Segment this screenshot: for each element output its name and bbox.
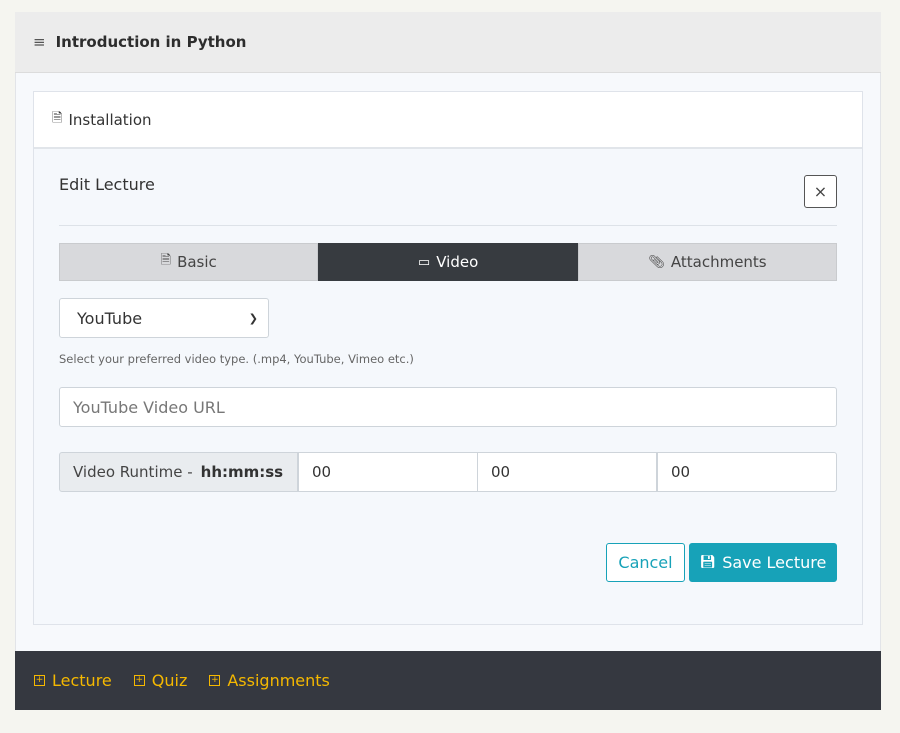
add-lecture-link[interactable]: + Lecture bbox=[34, 671, 112, 690]
lecture-title: Installation bbox=[68, 110, 152, 129]
tab-label: Basic bbox=[177, 253, 217, 271]
document-icon: 🗎 bbox=[160, 253, 172, 268]
video-url-input[interactable] bbox=[59, 387, 837, 427]
link-label: Quiz bbox=[151, 671, 188, 690]
paperclip-icon: 📎︎ bbox=[648, 254, 665, 270]
lecture-header[interactable]: 🗎 Installation bbox=[34, 92, 862, 149]
add-quiz-link[interactable]: + Quiz bbox=[133, 671, 188, 690]
video-type-select[interactable]: YouTube ❯ bbox=[59, 298, 269, 338]
link-label: Lecture bbox=[52, 671, 112, 690]
edit-lecture-title: Edit Lecture bbox=[59, 175, 155, 194]
video-type-value: YouTube bbox=[77, 308, 143, 328]
save-label: Save Lecture bbox=[722, 553, 827, 572]
section-footer: + Lecture + Quiz + Assignments bbox=[15, 651, 881, 710]
tab-basic[interactable]: 🗎 Basic bbox=[59, 243, 319, 281]
save-lecture-button[interactable]: 💾︎ Save Lecture bbox=[689, 543, 837, 582]
plus-square-icon: + bbox=[34, 675, 45, 686]
menu-icon[interactable]: ≡ bbox=[33, 33, 46, 51]
section-title: Introduction in Python bbox=[55, 33, 247, 51]
tab-video[interactable]: ▭ Video bbox=[318, 243, 578, 281]
video-type-help: Select your preferred video type. (.mp4,… bbox=[59, 352, 414, 366]
chevron-down-icon: ❯ bbox=[248, 311, 258, 325]
runtime-label: Video Runtime - hh:mm:ss bbox=[59, 452, 298, 492]
plus-square-icon: + bbox=[133, 675, 145, 686]
runtime-format: hh:mm:ss bbox=[200, 463, 284, 481]
runtime-minutes-input[interactable] bbox=[477, 452, 657, 492]
runtime-hours-input[interactable] bbox=[298, 452, 478, 492]
tab-label: Video bbox=[436, 253, 479, 271]
cancel-button[interactable]: Cancel bbox=[606, 543, 685, 582]
tab-label: Attachments bbox=[670, 253, 767, 271]
tab-attachments[interactable]: 📎︎ Attachments bbox=[577, 243, 838, 281]
add-assignments-link[interactable]: + Assignments bbox=[209, 671, 330, 690]
plus-square-icon: + bbox=[209, 675, 221, 686]
section-header: ≡ Introduction in Python bbox=[15, 12, 881, 73]
runtime-seconds-input[interactable] bbox=[657, 452, 837, 492]
runtime-label-text: Video Runtime - bbox=[73, 463, 193, 481]
video-camera-icon: ▭ bbox=[417, 254, 431, 270]
close-button[interactable]: × bbox=[804, 175, 837, 208]
divider bbox=[59, 225, 837, 226]
floppy-disk-icon: 💾︎ bbox=[699, 555, 717, 570]
document-icon: 🗎 bbox=[52, 110, 63, 126]
link-label: Assignments bbox=[227, 671, 330, 690]
